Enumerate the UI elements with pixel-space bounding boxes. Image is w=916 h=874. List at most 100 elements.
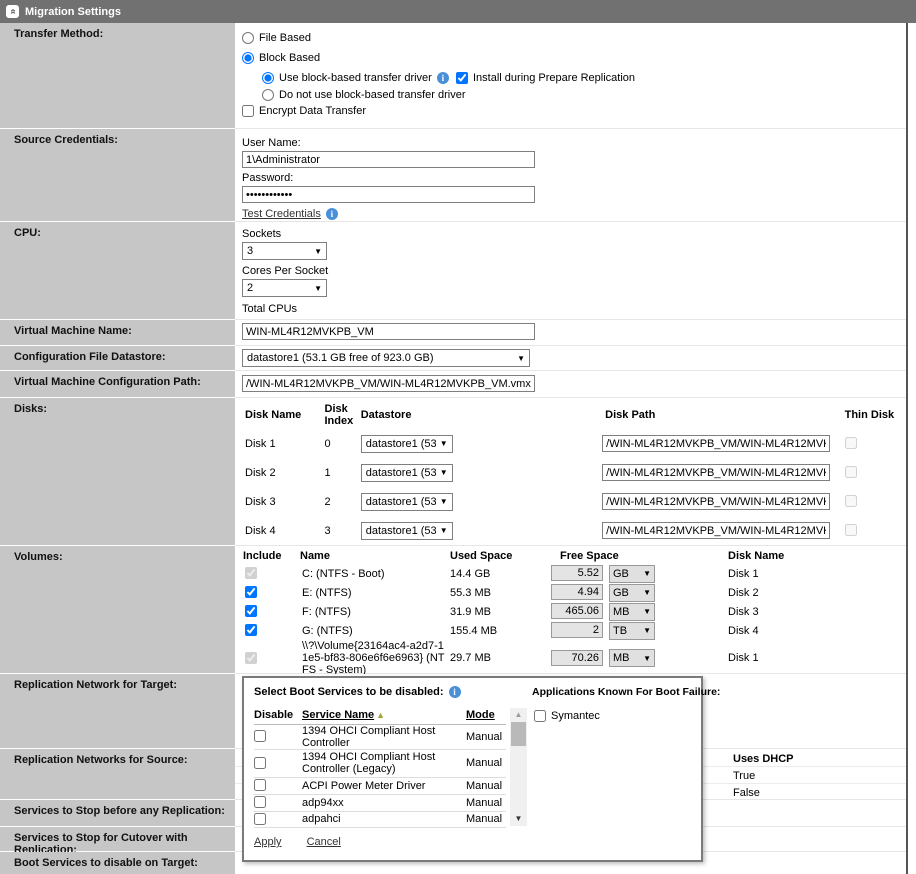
disk-datastore-select[interactable]: datastore1 (53.1 GB ▼ (361, 493, 453, 511)
service-mode: Manual (466, 777, 506, 794)
file-based-label: File Based (259, 32, 311, 44)
unit-value: MB (613, 652, 630, 664)
disk-index: 3 (325, 516, 361, 545)
block-based-radio[interactable] (242, 52, 254, 64)
include-checkbox (245, 652, 257, 664)
include-checkbox[interactable] (245, 605, 257, 617)
popup-title: Select Boot Services to be disabled: (254, 686, 444, 698)
username-input[interactable] (242, 151, 535, 168)
disk-row: Disk 1 0 datastore1 (53.1 GB ▼ (242, 429, 902, 458)
include-checkbox[interactable] (245, 586, 257, 598)
config-datastore-select[interactable]: datastore1 (53.1 GB free of 923.0 GB) ▼ (242, 349, 530, 367)
use-driver-radio[interactable] (262, 72, 274, 84)
boot-services-popup: Select Boot Services to be disabled: i A… (242, 676, 703, 862)
unit-select[interactable]: GB▼ (609, 584, 655, 602)
free-space-input[interactable] (551, 603, 603, 619)
apply-link[interactable]: Apply (254, 836, 282, 848)
disk-path-input[interactable] (602, 522, 830, 539)
disk-path-input[interactable] (602, 493, 830, 510)
volumes-header-free: Free Space (551, 548, 719, 564)
unit-select[interactable]: TB▼ (609, 622, 655, 640)
disk-row: Disk 2 1 datastore1 (53.1 GB ▼ (242, 458, 902, 487)
no-driver-label: Do not use block-based transfer driver (279, 89, 465, 101)
config-path-input[interactable] (242, 375, 535, 392)
disk-path-input[interactable] (602, 435, 830, 452)
free-space-input[interactable] (551, 622, 603, 638)
collapse-panel-icon[interactable]: « (6, 5, 19, 18)
block-based-label: Block Based (259, 52, 320, 64)
services-scrollbar[interactable]: ▲ ▼ (510, 708, 527, 826)
disable-service-checkbox[interactable] (254, 796, 266, 808)
install-prepare-checkbox[interactable] (456, 72, 468, 84)
scroll-down-icon[interactable]: ▼ (510, 812, 527, 826)
sockets-select[interactable]: 3 ▼ (242, 242, 327, 260)
unit-select[interactable]: GB▼ (609, 565, 655, 583)
volume-used: 14.4 GB (447, 564, 551, 583)
test-credentials-link[interactable]: Test Credentials (242, 208, 321, 220)
dropdown-arrow-icon: ▼ (440, 468, 448, 477)
password-input[interactable] (242, 186, 535, 203)
service-name: 1394 OHCI Compliant Host Controller (Leg… (302, 749, 466, 777)
vm-name-input[interactable] (242, 323, 535, 340)
disk-datastore-value: datastore1 (53.1 GB (366, 467, 436, 479)
transfer-method-content: File Based Block Based Use block-based t… (235, 23, 906, 129)
no-driver-radio[interactable] (262, 89, 274, 101)
encrypt-checkbox[interactable] (242, 105, 254, 117)
free-space-input[interactable] (551, 584, 603, 600)
symantec-checkbox[interactable] (534, 710, 546, 722)
use-driver-label: Use block-based transfer driver (279, 72, 432, 84)
section-label-config-datastore: Configuration File Datastore: (0, 346, 235, 371)
thin-disk-checkbox (845, 495, 857, 507)
disk-row: Disk 3 2 datastore1 (53.1 GB ▼ (242, 487, 902, 516)
unit-select[interactable]: MB▼ (609, 603, 655, 621)
disable-service-checkbox[interactable] (254, 779, 266, 791)
source-credentials-content: User Name: Password: Test Credentials i (235, 129, 906, 222)
info-icon[interactable]: i (449, 686, 461, 698)
disks-header-thin: Thin Disk (842, 401, 902, 429)
volumes-header-used: Used Space (447, 548, 551, 564)
volume-disk: Disk 3 (719, 602, 899, 621)
scrollbar-thumb[interactable] (511, 722, 526, 746)
disk-datastore-select[interactable]: datastore1 (53.1 GB ▼ (361, 435, 453, 453)
cores-select[interactable]: 2 ▼ (242, 279, 327, 297)
file-based-radio[interactable] (242, 32, 254, 44)
disable-service-checkbox[interactable] (254, 813, 266, 825)
scroll-up-icon[interactable]: ▲ (510, 708, 527, 722)
svc-header-service[interactable]: Service Name (302, 709, 374, 721)
disk-datastore-value: datastore1 (53.1 GB (366, 496, 436, 508)
disable-service-checkbox[interactable] (254, 730, 266, 742)
free-space-input[interactable] (551, 650, 603, 666)
disk-datastore-select[interactable]: datastore1 (53.1 GB ▼ (361, 522, 453, 540)
dropdown-arrow-icon: ▼ (440, 497, 448, 506)
password-label: Password: (242, 172, 906, 184)
volume-disk: Disk 2 (719, 583, 899, 602)
disk-path-input[interactable] (602, 464, 830, 481)
volumes-table: Include Name Used Space Free Space Disk … (242, 548, 899, 676)
volume-row: G: (NTFS) 155.4 MB TB▼ Disk 4 (242, 621, 899, 640)
config-datastore-value: datastore1 (53.1 GB free of 923.0 GB) (247, 352, 434, 364)
install-prepare-row: Install during Prepare Replication (456, 72, 635, 84)
service-row: adp94xx Manual (254, 794, 506, 811)
total-cpus-label: Total CPUs (242, 303, 906, 315)
volume-row: \\?\Volume{23164ac4-a2d7-11e5-bf83-806e6… (242, 640, 899, 676)
service-row: ACPI Power Meter Driver Manual (254, 777, 506, 794)
volume-name: G: (NTFS) (299, 621, 447, 640)
volumes-header-include: Include (242, 548, 299, 564)
dropdown-arrow-icon: ▼ (517, 354, 525, 363)
volumes-header-disk: Disk Name (719, 548, 899, 564)
svc-header-mode[interactable]: Mode (466, 709, 495, 721)
section-label-net-target: Replication Network for Target: (0, 674, 235, 749)
info-icon[interactable]: i (437, 72, 449, 84)
unit-select[interactable]: MB ▼ (609, 649, 655, 667)
info-icon[interactable]: i (326, 208, 338, 220)
disable-service-checkbox[interactable] (254, 757, 266, 769)
disk-index: 1 (325, 458, 361, 487)
disk-datastore-select[interactable]: datastore1 (53.1 GB ▼ (361, 464, 453, 482)
volume-used: 29.7 MB (447, 640, 551, 676)
cpu-content: Sockets 3 ▼ Cores Per Socket 2 ▼ Total C… (235, 222, 906, 320)
sockets-value: 3 (247, 245, 253, 257)
cancel-link[interactable]: Cancel (307, 836, 341, 848)
include-checkbox[interactable] (245, 624, 257, 636)
dropdown-arrow-icon: ▼ (643, 654, 651, 663)
free-space-input[interactable] (551, 565, 603, 581)
